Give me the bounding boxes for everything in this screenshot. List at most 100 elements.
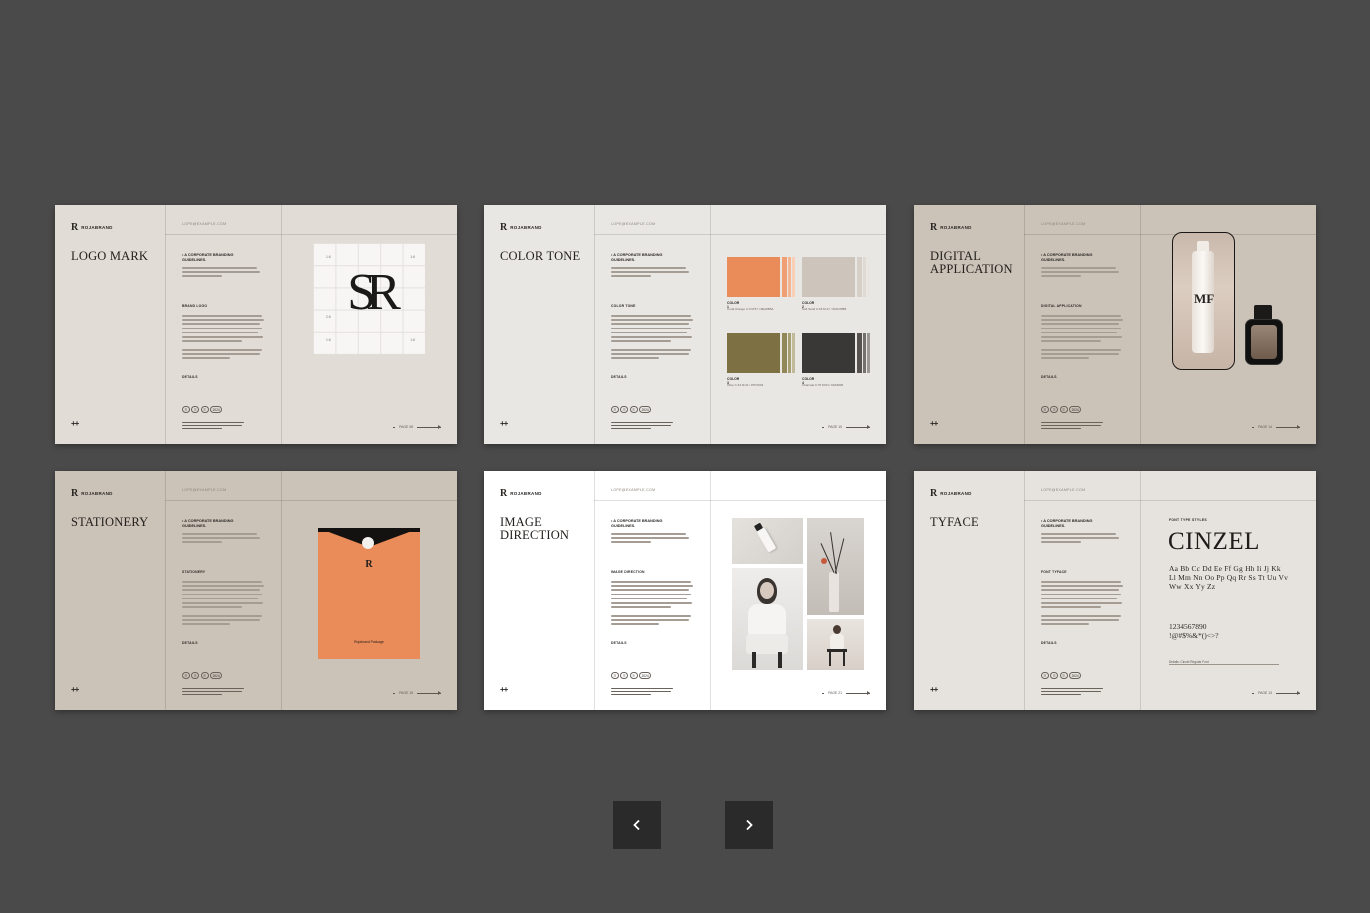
slide-left-column: R ROJABRAND Tyface ++ — [914, 471, 1025, 710]
plus-icon: ++ — [500, 685, 508, 694]
brand-name: ROJABRAND — [81, 225, 113, 230]
chip: ☰ — [629, 672, 638, 679]
year-chip: 2024 — [639, 672, 652, 679]
plus-icon: ++ — [71, 419, 79, 428]
brand-mark: R — [71, 488, 79, 499]
tick-label: 1:6 — [410, 255, 415, 259]
chip: ☰ — [200, 406, 209, 413]
brand-logo: R ROJABRAND — [930, 222, 972, 233]
chip: ☰ — [182, 406, 190, 413]
logo-mark-card: 1:6 1:6 2:6 1:6 1:6 SR — [313, 243, 425, 354]
envelope-button — [362, 537, 374, 549]
seated-photo — [807, 619, 864, 670]
body-text — [182, 315, 264, 361]
bottle-logo: MF — [1194, 291, 1215, 306]
slide-text-column: LOPE@EXAMPLE.COM • A CORPORATE BRANDING … — [594, 205, 711, 444]
social-chips: ☰ ☰ ☰ 2024 — [182, 406, 223, 413]
slide-visual-column: 1:6 1:6 2:6 1:6 1:6 SR PAGE 08 — [281, 205, 457, 444]
body-text — [1041, 581, 1123, 627]
chip: ☰ — [182, 672, 190, 679]
divider — [1169, 664, 1279, 665]
chip: ☰ — [620, 672, 629, 679]
body-text — [182, 581, 264, 627]
chip: ☰ — [1050, 406, 1059, 413]
details-label: DETAILS — [1041, 375, 1057, 379]
year-chip: 2024 — [1069, 672, 1082, 679]
chevron-right-icon — [746, 819, 753, 831]
slide-title: Digital Application — [930, 249, 1013, 276]
page-indicator: PAGE 13 — [1252, 691, 1300, 695]
brand-mark: R — [500, 488, 508, 499]
phone-mockup: MF — [1172, 232, 1235, 370]
footnote — [182, 422, 252, 431]
font-symbols: !@#$%&*()<>? — [1169, 631, 1219, 640]
brand-logo: R ROJABRAND — [71, 222, 113, 233]
brand-name: ROJABRAND — [81, 491, 113, 496]
body-text — [611, 315, 693, 361]
brand-name: ROJABRAND — [940, 491, 972, 496]
chip: ☰ — [1059, 672, 1068, 679]
slide-title: Stationery — [71, 515, 149, 529]
arrow-right-icon — [846, 425, 870, 429]
next-button[interactable] — [725, 801, 773, 849]
email-text: LOPE@EXAMPLE.COM — [1041, 488, 1086, 492]
brand-logo: R ROJABRAND — [500, 488, 542, 499]
email-text: LOPE@EXAMPLE.COM — [611, 222, 656, 226]
chip: ☰ — [200, 672, 209, 679]
slide-left-column: R ROJABRAND Digital Application ++ — [914, 205, 1025, 444]
guide-title: • A CORPORATE BRANDING GUIDELINES. — [1041, 519, 1093, 528]
section-label: FONT TYFACE — [1041, 570, 1067, 574]
details-label: DETAILS — [1041, 641, 1057, 645]
tick-label: 1:6 — [326, 255, 331, 259]
font-numbers: 1234567890 !@#$%&*()<>? — [1169, 622, 1219, 640]
chip: ☰ — [191, 406, 200, 413]
section-label: BRAND LOGO — [182, 304, 208, 308]
guide-title: • A CORPORATE BRANDING GUIDELINES. — [611, 253, 663, 262]
brand-name: ROJABRAND — [510, 225, 542, 230]
brand-name: ROJABRAND — [940, 225, 972, 230]
brand-mark: R — [930, 488, 938, 499]
slide-title: Tyface — [930, 515, 979, 529]
font-style-label: FONT TYPE STYLES — [1169, 518, 1207, 522]
section-label: IMAGE DIRECTION — [611, 570, 645, 574]
slide-image-direction[interactable]: R ROJABRAND Image Direction ++ LOPE@EXAM… — [484, 471, 886, 710]
guide-title: • A CORPORATE BRANDING GUIDELINES. — [1041, 253, 1093, 262]
slide-logo-mark[interactable]: R ROJABRAND Logo Mark ++ LOPE@EXAMPLE.CO… — [55, 205, 457, 444]
brand-name: ROJABRAND — [510, 491, 542, 496]
page-indicator: PAGE 21 — [822, 691, 870, 695]
slide-title: Color Tone — [500, 249, 581, 263]
intro-text — [611, 533, 693, 546]
arrow-right-icon — [1276, 425, 1300, 429]
previous-button[interactable] — [613, 801, 661, 849]
swatch-spec: Charcoal C:70 M:64 / #3A3836 — [802, 383, 844, 387]
details-label: DETAILS — [611, 641, 627, 645]
email-text: LOPE@EXAMPLE.COM — [182, 488, 227, 492]
slide-visual-column: COLOR 1 Coral Orange C:0 M:57 / #EA8B5A … — [710, 205, 886, 444]
social-chips: ☰ ☰ ☰ 2024 — [1041, 406, 1082, 413]
page-indicator: PAGE 08 — [393, 425, 441, 429]
intro-text — [1041, 533, 1123, 546]
slide-color-tone[interactable]: R ROJABRAND Color Tone ++ LOPE@EXAMPLE.C… — [484, 205, 886, 444]
envelope-mockup: R Rojabrand Package — [318, 528, 420, 659]
arrow-right-icon — [846, 691, 870, 695]
details-label: DETAILS — [182, 641, 198, 645]
brand-mark: R — [71, 222, 79, 233]
slide-visual-column: R Rojabrand Package PAGE 15 — [281, 471, 457, 710]
intro-text — [611, 267, 693, 280]
plus-icon: ++ — [71, 685, 79, 694]
tick-label: 1:6 — [326, 338, 331, 342]
slide-typeface[interactable]: R ROJABRAND Tyface ++ LOPE@EXAMPLE.COM •… — [914, 471, 1316, 710]
plus-icon: ++ — [930, 685, 938, 694]
slide-text-column: LOPE@EXAMPLE.COM • A CORPORATE BRANDING … — [1024, 471, 1141, 710]
product-photo — [732, 518, 803, 564]
section-label: STATIONERY — [182, 570, 206, 574]
slide-visual-column: PAGE 21 — [710, 471, 886, 710]
details-label: DETAILS — [182, 375, 198, 379]
slide-digital-application[interactable]: R ROJABRAND Digital Application ++ LOPE@… — [914, 205, 1316, 444]
slide-stationery[interactable]: R ROJABRAND Stationery ++ LOPE@EXAMPLE.C… — [55, 471, 457, 710]
guide-title: • A CORPORATE BRANDING GUIDELINES. — [182, 253, 234, 262]
slide-left-column: R ROJABRAND Logo Mark ++ — [55, 205, 166, 444]
guide-title: • A CORPORATE BRANDING GUIDELINES. — [182, 519, 234, 528]
swatch-spec: Coral Orange C:0 M:57 / #EA8B5A — [727, 307, 774, 311]
font-alphabet: Aa Bb Cc Dd Ee Ff Gg Hh Ii Jj Kk Ll Mm N… — [1169, 564, 1289, 591]
